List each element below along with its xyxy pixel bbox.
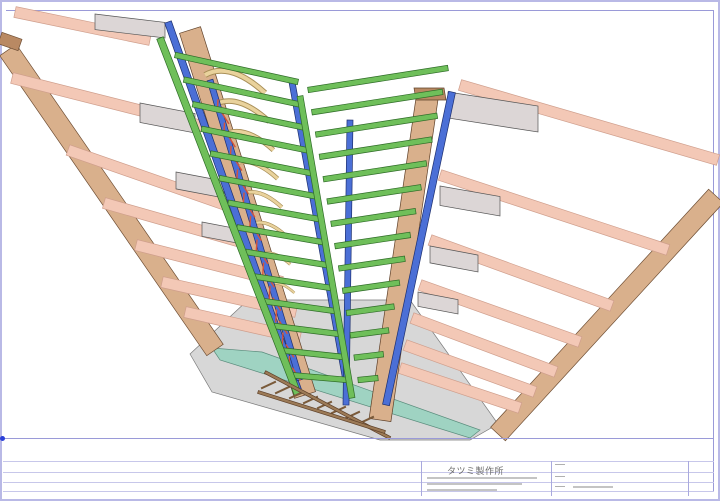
title-block-divider (551, 461, 552, 496)
title-field-label (555, 476, 565, 477)
title-block-divider (421, 461, 422, 496)
title-block: タツミ製作所 (3, 438, 714, 496)
title-block-row (3, 461, 714, 462)
title-fine-print (427, 477, 537, 479)
title-field-label (555, 464, 565, 465)
title-fine-print (427, 489, 497, 491)
red-brace (255, 239, 258, 253)
title-block-row (3, 472, 714, 473)
red-brace (268, 285, 271, 300)
red-brace (262, 262, 265, 276)
company-name: タツミ製作所 (447, 467, 505, 477)
isometric-structure-drawing (0, 6, 720, 442)
title-block-row (3, 491, 714, 492)
title-block-divider (688, 461, 689, 496)
right-pink-beam (437, 169, 671, 256)
title-fine-print (573, 486, 613, 488)
title-field-label (555, 486, 565, 487)
title-fine-print (427, 483, 522, 485)
sheet-origin-marker (0, 436, 5, 441)
left-timber-end (0, 31, 23, 52)
red-brace (281, 332, 284, 346)
red-brace (275, 309, 278, 323)
title-block-row (3, 482, 714, 483)
